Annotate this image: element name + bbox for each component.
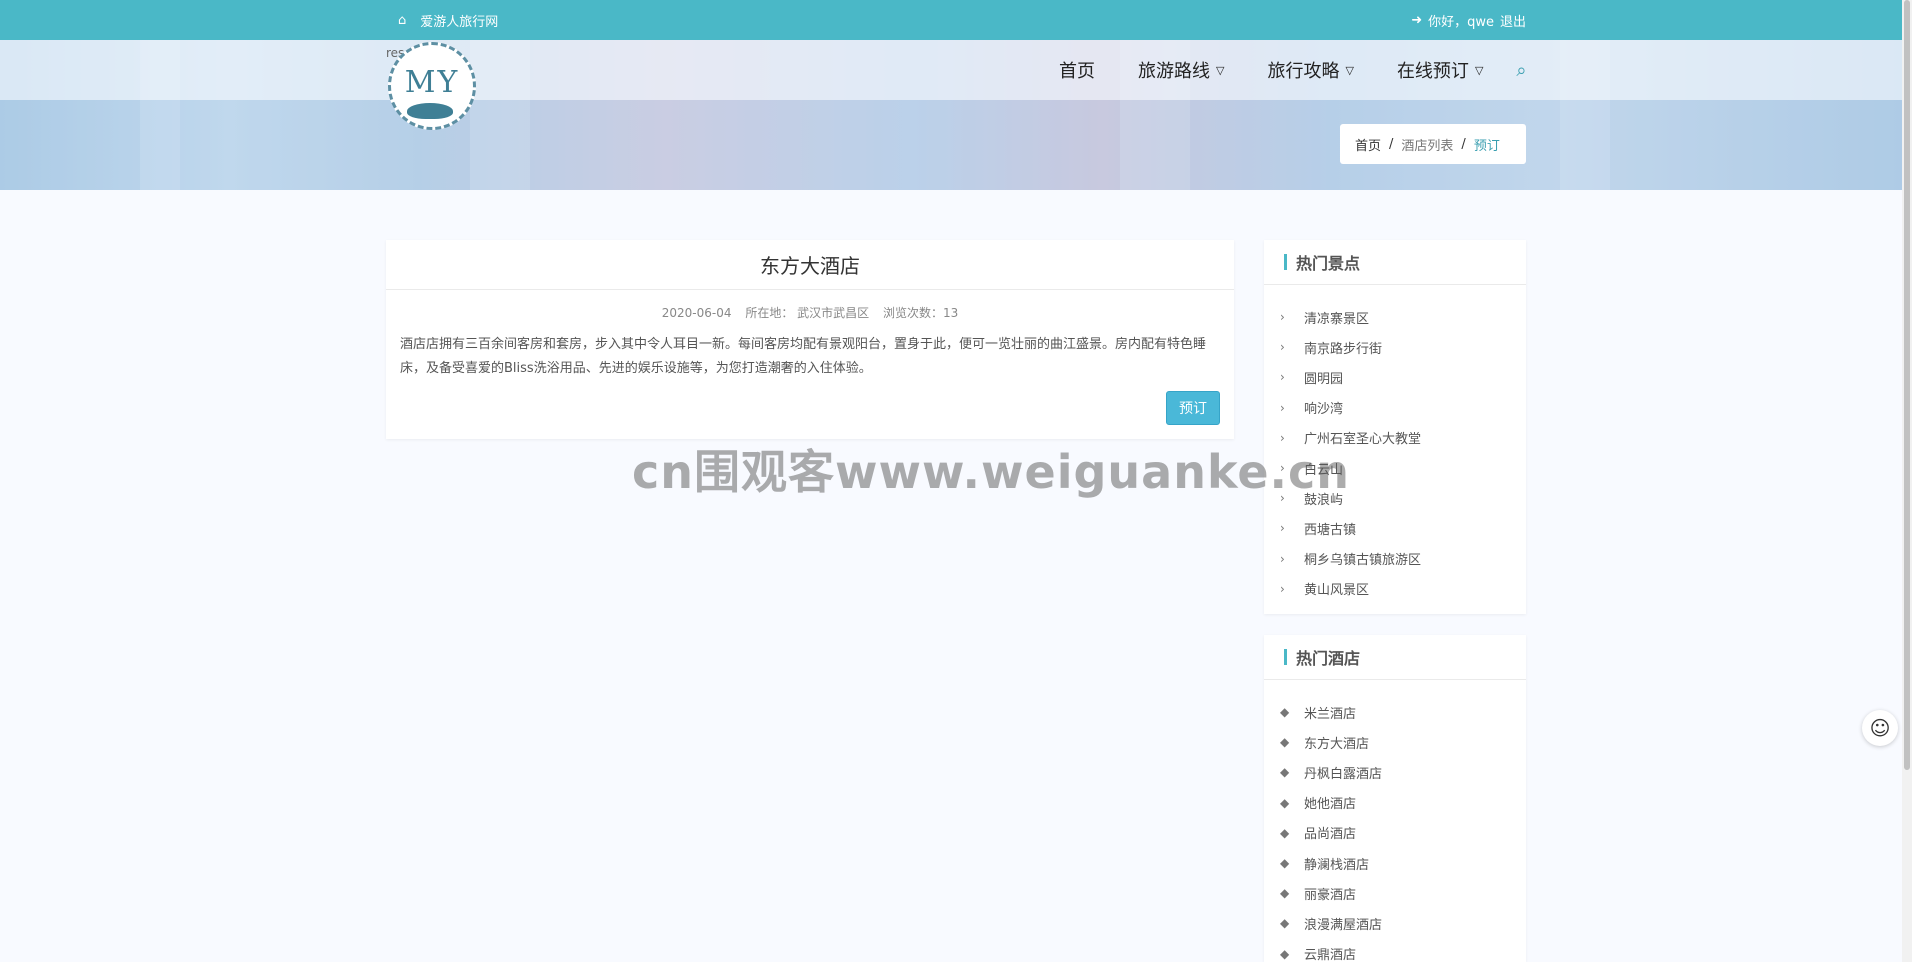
list-item[interactable]: › 西塘古镇	[1264, 513, 1526, 543]
list-item[interactable]: › 黄山风景区	[1264, 574, 1526, 604]
hotel-meta: 2020-06-04 所在地： 武汉市武昌区 浏览次数：13	[386, 304, 1234, 321]
nav-booking[interactable]: 在线预订 ▽	[1397, 57, 1483, 83]
hot-spots-title: 热门景点	[1264, 240, 1526, 285]
chevron-down-icon: ▽	[1345, 63, 1354, 77]
user-greeting: 你好，qwe	[1428, 14, 1494, 30]
tag-icon: ◆	[1280, 886, 1290, 901]
list-item[interactable]: ◆ 浪漫满屋酒店	[1264, 908, 1526, 938]
chevron-right-icon: ›	[1280, 521, 1285, 536]
chevron-right-icon: ›	[1280, 581, 1285, 596]
chevron-right-icon: ›	[1280, 340, 1285, 355]
list-item[interactable]: ◆ 东方大酒店	[1264, 727, 1526, 757]
scrollbar[interactable]	[1902, 0, 1912, 962]
site-logo[interactable]: MY	[388, 42, 476, 130]
top-bar: ⌂ 爱游人旅行网 ➜ 你好，qwe 退出	[0, 0, 1902, 40]
chevron-right-icon: ›	[1280, 551, 1285, 566]
list-item[interactable]: › 南京路步行街	[1264, 332, 1526, 362]
list-item[interactable]: ◆ 丹枫白露酒店	[1264, 757, 1526, 787]
logo-wave-icon	[407, 103, 453, 119]
tag-icon: ◆	[1280, 735, 1290, 750]
list-item[interactable]: ◆ 米兰酒店	[1264, 697, 1526, 727]
main-navbar: 首页 旅游路线 ▽ 旅行攻略 ▽ 在线预订 ▽ ⌕	[0, 40, 1902, 100]
tag-icon: ◆	[1280, 916, 1290, 931]
list-item[interactable]: ◆ 品尚酒店	[1264, 818, 1526, 848]
breadcrumb-separator: /	[1461, 136, 1466, 152]
hotel-views: 浏览次数：13	[882, 306, 959, 320]
list-item[interactable]: ◆ 云鼎酒店	[1264, 939, 1526, 962]
hotel-description: 酒店店拥有三百余间客房和套房，步入其中令人耳目一新。每间客房均配有景观阳台，置身…	[400, 337, 1207, 376]
list-item[interactable]: ◆ 她他酒店	[1264, 788, 1526, 818]
hot-hotels-panel: 热门酒店 ◆ 米兰酒店 ◆ 东方大酒店 ◆ 丹枫白露酒店 ◆ 她他酒店 ◆ 品尚酒店 ◆ 静…	[1264, 635, 1526, 962]
nav-menu: 首页 旅游路线 ▽ 旅行攻略 ▽ 在线预订 ▽ ⌕	[1059, 40, 1527, 100]
tag-icon: ◆	[1280, 705, 1290, 720]
watermark: cn围观客www.weiguanke.cn	[632, 445, 1351, 499]
hotel-location: 所在地： 武汉市武昌区	[745, 306, 870, 320]
tag-icon: ◆	[1280, 946, 1290, 961]
breadcrumb-current: 预订	[1473, 138, 1500, 154]
list-item[interactable]: ◆ 丽豪酒店	[1264, 878, 1526, 908]
hot-hotels-list: ◆ 米兰酒店 ◆ 东方大酒店 ◆ 丹枫白露酒店 ◆ 她他酒店 ◆ 品尚酒店 ◆ 静澜栈酒店 …	[1264, 680, 1526, 962]
list-item[interactable]: › 圆明园	[1264, 362, 1526, 392]
search-icon[interactable]: ⌕	[1516, 60, 1526, 81]
nav-guides[interactable]: 旅行攻略 ▽	[1267, 57, 1353, 83]
list-item[interactable]: › 响沙湾	[1264, 393, 1526, 423]
breadcrumb-home[interactable]: 首页	[1355, 135, 1381, 154]
breadcrumb: 首页 / 酒店列表 / 预订	[1340, 124, 1526, 164]
chevron-right-icon: ›	[1280, 400, 1285, 415]
hotel-card: 东方大酒店 2020-06-04 所在地： 武汉市武昌区 浏览次数：13 酒店店…	[386, 240, 1234, 439]
breadcrumb-hotel-list[interactable]: 酒店列表	[1401, 135, 1453, 154]
tag-icon: ◆	[1280, 856, 1290, 871]
hot-hotels-title: 热门酒店	[1264, 635, 1526, 680]
hotel-title: 东方大酒店	[386, 240, 1234, 290]
logo-mark: MY	[404, 64, 460, 100]
chevron-down-icon: ▽	[1474, 63, 1484, 77]
tag-icon: ◆	[1280, 795, 1290, 810]
hotel-date: 2020-06-04	[661, 306, 732, 320]
tag-icon: ◆	[1280, 825, 1290, 840]
breadcrumb-separator: /	[1389, 136, 1394, 152]
chevron-right-icon: ›	[1280, 310, 1285, 325]
nav-home[interactable]: 首页	[1059, 57, 1095, 83]
header-banner: 首页 旅游路线 ▽ 旅行攻略 ▽ 在线预订 ▽ ⌕ res MY 首页 / 酒店列表 …	[0, 40, 1902, 190]
list-item[interactable]: ◆ 静澜栈酒店	[1264, 848, 1526, 878]
list-item[interactable]: › 桐乡乌镇古镇旅游区	[1264, 544, 1526, 574]
hot-spots-panel: 热门景点 › 清凉寨景区 › 南京路步行街 › 圆明园 › 响沙湾 › 广州石室圣心大教堂…	[1264, 240, 1526, 614]
nav-routes[interactable]: 旅游路线 ▽	[1138, 57, 1224, 83]
chat-avatar-icon[interactable]: ☺	[1862, 710, 1898, 746]
scrollbar-thumb[interactable]	[1904, 0, 1910, 770]
book-button[interactable]: 预订	[1166, 391, 1220, 425]
list-item[interactable]: › 清凉寨景区	[1264, 302, 1526, 332]
sign-in-icon: ➜	[1411, 12, 1423, 28]
chevron-down-icon: ▽	[1216, 63, 1225, 77]
site-name-link[interactable]: 爱游人旅行网	[420, 11, 498, 30]
home-icon[interactable]: ⌂	[398, 13, 406, 28]
chevron-right-icon: ›	[1280, 370, 1285, 385]
logout-link[interactable]: 退出	[1500, 11, 1526, 30]
tag-icon: ◆	[1280, 765, 1290, 780]
